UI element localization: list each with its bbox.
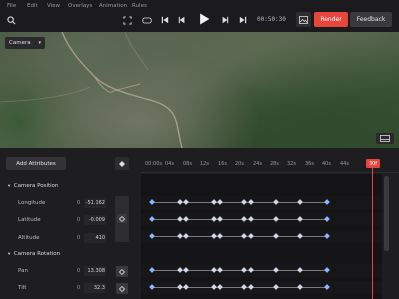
menu-bar: File Edit View Overlays Animation Rules <box>0 0 399 12</box>
add-keyframe-button[interactable] <box>115 157 129 170</box>
menu-animation[interactable]: Animation <box>99 3 127 9</box>
keyframe-icon <box>119 285 125 292</box>
section-title: Camera Rotation <box>13 251 61 257</box>
add-attributes-button[interactable]: Add Attributes <box>6 157 66 170</box>
latitude-value: -0.009 <box>88 217 105 223</box>
menu-edit[interactable]: Edit <box>27 3 38 9</box>
altitude-value: 410 <box>95 235 105 241</box>
map-viewport[interactable] <box>0 32 399 148</box>
row-zero: 0 <box>77 285 81 291</box>
menu-overlays[interactable]: Overlays <box>68 3 92 9</box>
timeline-tick: 08s <box>183 161 192 167</box>
search-icon[interactable] <box>6 15 16 25</box>
playhead-label[interactable]: 30f <box>366 159 380 168</box>
row-zero: 0 <box>77 217 81 223</box>
timeline-tick: 00:00s <box>145 161 163 167</box>
camera-select[interactable]: Camera ▾ <box>5 37 45 49</box>
timeline-tick: 20s <box>235 161 244 167</box>
step-back-icon[interactable] <box>176 14 188 26</box>
keyframe-icon <box>119 215 125 222</box>
panel-icon <box>380 135 390 142</box>
layout-toggle-button[interactable] <box>376 133 394 144</box>
timeline-tick: 32s <box>287 161 296 167</box>
longitude-value: -51.162 <box>85 200 105 206</box>
section-title: Camera Position <box>13 183 59 189</box>
position-keyframe-column <box>115 196 129 242</box>
timeline-tick: 28s <box>270 161 279 167</box>
skip-to-start-icon[interactable] <box>159 14 171 26</box>
skip-to-end-icon[interactable] <box>237 14 249 26</box>
menu-view[interactable]: View <box>47 3 60 9</box>
row-label-latitude: Latitude <box>18 217 41 223</box>
collapse-icon: ▾ <box>8 252 11 257</box>
feedback-button[interactable]: Feedback <box>350 12 392 27</box>
timeline-tick: 16s <box>218 161 227 167</box>
timecode: 00:50:30 <box>257 16 286 23</box>
render-button[interactable]: Render <box>314 12 348 27</box>
loop-icon[interactable] <box>141 14 153 26</box>
timeline-tick: 04s <box>165 161 174 167</box>
row-label-altitude: Altitude <box>18 235 40 241</box>
row-zero: 0 <box>77 268 81 274</box>
row-label-tilt: Tilt <box>18 285 27 291</box>
timeline-tick: 12s <box>200 161 209 167</box>
pan-keyframe-button[interactable] <box>116 266 128 277</box>
chevron-down-icon: ▾ <box>38 40 41 46</box>
image-icon <box>299 15 308 24</box>
tilt-value: 32.3 <box>93 285 105 291</box>
keyframe-icon <box>119 268 125 275</box>
menu-file[interactable]: File <box>7 3 16 9</box>
tilt-keyframe-button[interactable] <box>116 283 128 294</box>
row-zero: 0 <box>77 235 81 241</box>
section-camera-rotation[interactable]: ▾ Camera Rotation <box>8 251 60 257</box>
row-zero: 0 <box>77 200 81 206</box>
pan-value: 13.308 <box>87 268 106 274</box>
step-forward-icon[interactable] <box>219 14 231 26</box>
timeline-tick: 40s <box>322 161 331 167</box>
timeline-scrollbar[interactable] <box>384 176 389 251</box>
timeline-divider <box>141 172 399 173</box>
section-camera-position[interactable]: ▾ Camera Position <box>8 183 59 189</box>
fullscreen-icon[interactable] <box>121 14 133 26</box>
timeline-tick: 24s <box>253 161 262 167</box>
timeline-tick: 36s <box>305 161 314 167</box>
playhead[interactable] <box>372 166 373 299</box>
camera-select-label: Camera <box>9 40 31 46</box>
row-label-longitude: Longitude <box>18 200 46 206</box>
menu-rules[interactable]: Rules <box>132 3 147 9</box>
position-keyframe-button[interactable] <box>117 214 127 223</box>
image-button[interactable] <box>296 12 311 27</box>
collapse-icon: ▾ <box>8 184 11 189</box>
dirt-roads <box>0 32 183 148</box>
play-icon[interactable] <box>197 12 211 26</box>
keyframe-arrows-icon <box>118 159 126 168</box>
row-label-pan: Pan <box>18 268 28 274</box>
timeline-tick: 44s <box>340 161 349 167</box>
